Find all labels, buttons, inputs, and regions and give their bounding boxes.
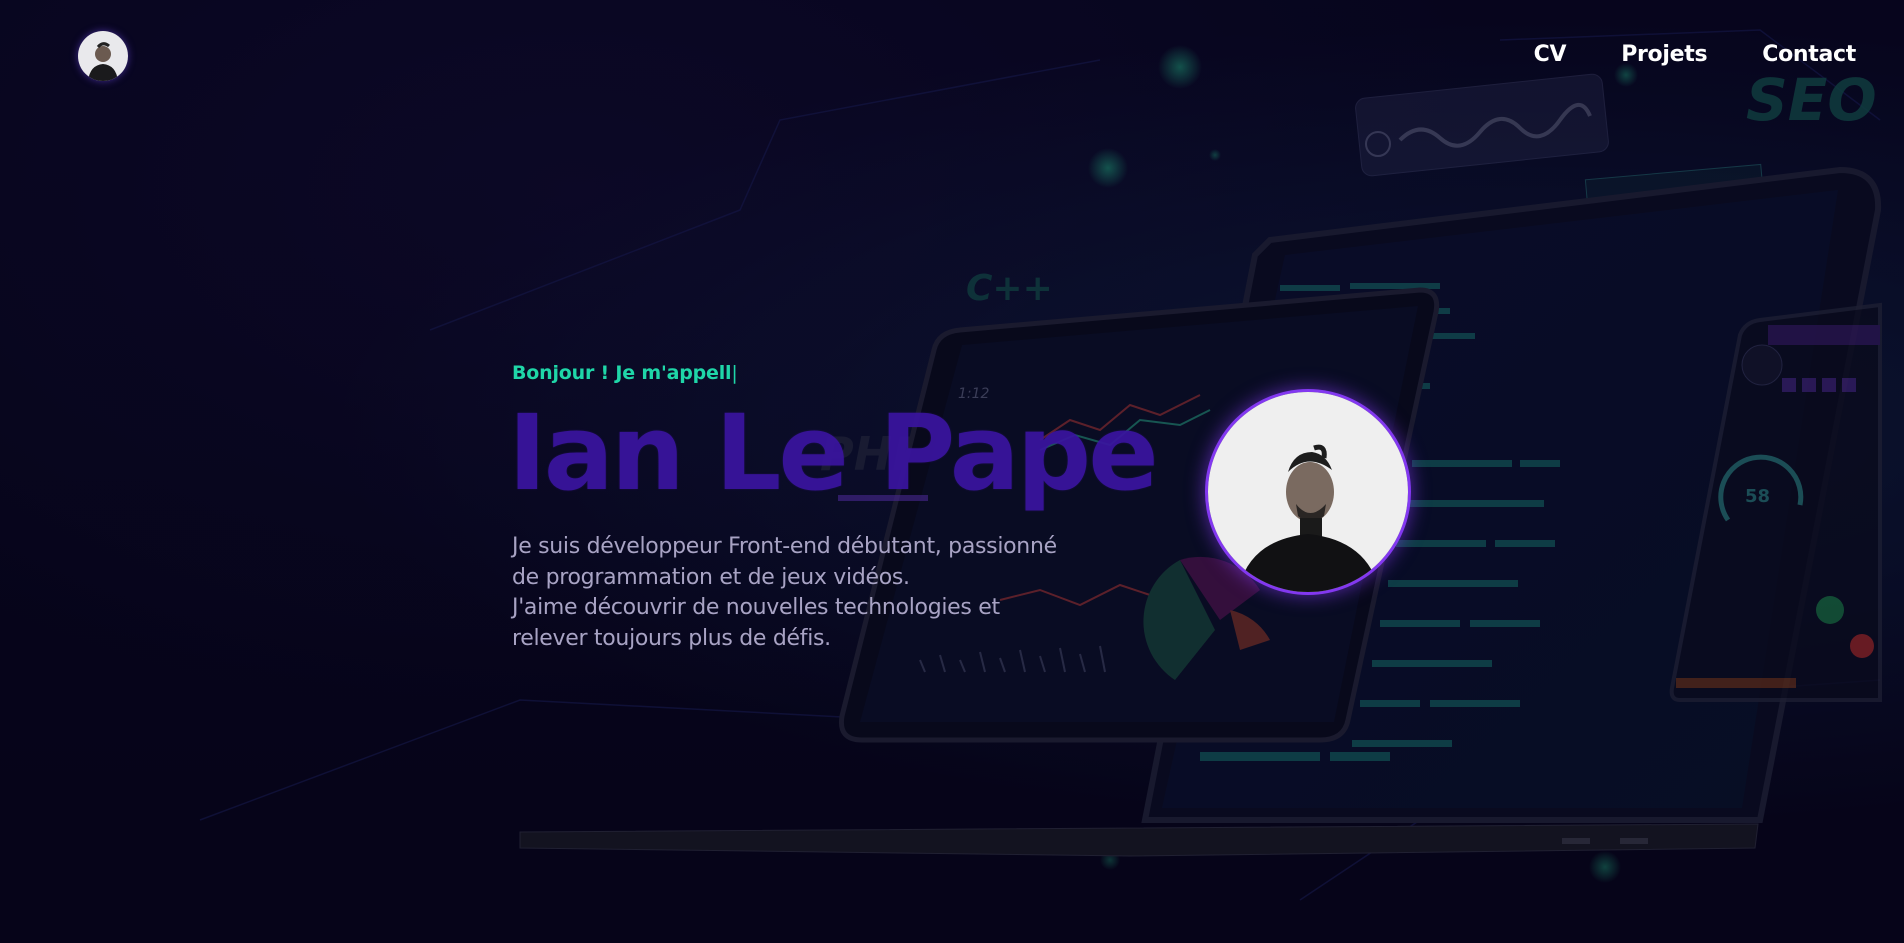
main-nav: CV Projets Contact (1534, 42, 1857, 67)
nav-link-contact[interactable]: Contact (1762, 42, 1856, 67)
portrait-photo-icon (1208, 392, 1408, 592)
site-header: CV Projets Contact (0, 0, 1904, 115)
avatar-photo-icon (78, 31, 128, 81)
logo-avatar[interactable] (78, 31, 128, 81)
nav-link-cv[interactable]: CV (1534, 42, 1567, 67)
bio-text: Je suis développeur Front-end débutant, … (512, 532, 1072, 654)
bio-line: relever toujours plus de défis. (512, 625, 831, 651)
hero-section: Bonjour ! Je m'appell| Ian Le Pape Je su… (508, 362, 1159, 651)
typing-caret: | (731, 362, 738, 384)
nav-link-projets[interactable]: Projets (1621, 42, 1707, 67)
greeting-text: Bonjour ! Je m'appell| (512, 362, 1072, 384)
page-title: Ian Le Pape (508, 392, 1159, 514)
bio-line: de programmation et de jeux vidéos. (512, 564, 910, 590)
bio-line: J'aime découvrir de nouvelles technologi… (512, 595, 1000, 620)
bio-line: Je suis développeur Front-end débutant, … (512, 534, 1057, 559)
greeting-typed: Bonjour ! Je m'appell (512, 362, 732, 384)
profile-portrait (1208, 392, 1408, 592)
